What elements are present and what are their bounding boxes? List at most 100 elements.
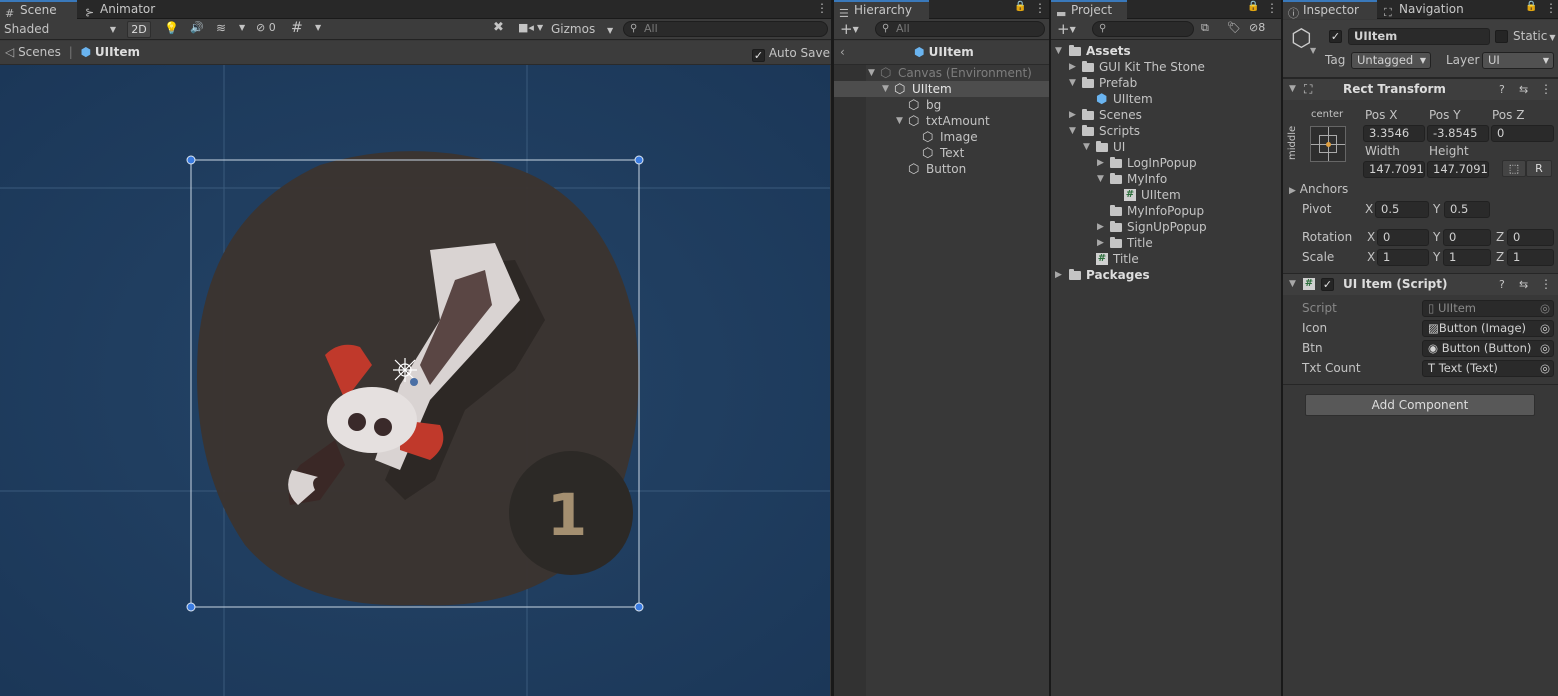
expand-arrow-icon[interactable]: ▶: [1097, 219, 1104, 235]
tree-row-uiitem[interactable]: ▼ ⬡ UIItem: [834, 81, 1049, 97]
expand-arrow-icon[interactable]: ▼: [896, 113, 903, 129]
pos-z-field[interactable]: 0: [1491, 125, 1554, 142]
gizmos-dropdown[interactable]: Gizmos ▼: [551, 21, 613, 38]
tree-row-bg[interactable]: ⬡ bg: [834, 97, 1049, 113]
expand-arrow-icon[interactable]: ▼: [1055, 43, 1062, 59]
tree-row-gui-kit[interactable]: ▶ GUI Kit The Stone: [1051, 59, 1281, 75]
kebab-menu-icon[interactable]: ⋮: [1540, 274, 1552, 295]
effects-icon[interactable]: ≋: [216, 21, 226, 35]
chevron-down-icon[interactable]: ▼: [315, 23, 321, 32]
object-picker-icon[interactable]: ◎: [1540, 361, 1550, 376]
tree-row-scenes[interactable]: ▶ Scenes: [1051, 107, 1281, 123]
camera-icon[interactable]: ■◂: [518, 21, 534, 34]
anchor-preset-button[interactable]: [1310, 126, 1346, 162]
hidden-packages-toggle[interactable]: ⊘8: [1249, 21, 1265, 34]
auto-save-toggle[interactable]: ✓ Auto Save: [752, 46, 830, 62]
preset-icon[interactable]: ⇆: [1519, 274, 1528, 295]
filter-by-type-icon[interactable]: ⧉: [1201, 21, 1209, 35]
preset-icon[interactable]: ⇆: [1519, 79, 1528, 100]
expand-arrow-icon[interactable]: ▼: [1097, 171, 1104, 187]
tree-row-signuppopup[interactable]: ▶ SignUpPopup: [1051, 219, 1281, 235]
rotation-y-field[interactable]: 0: [1443, 229, 1491, 246]
tree-row-image[interactable]: ⬡ Image: [834, 129, 1049, 145]
scale-z-field[interactable]: 1: [1507, 249, 1554, 266]
blueprint-mode-button[interactable]: ⬚: [1502, 160, 1526, 177]
scene-canvas[interactable]: 1: [0, 65, 830, 696]
audio-icon[interactable]: 🔊: [190, 21, 204, 34]
tree-row-packages[interactable]: ▶ Packages: [1051, 267, 1281, 283]
scene-search-input[interactable]: ⚲ All: [623, 21, 828, 37]
tree-row-title-folder[interactable]: ▶ Title: [1051, 235, 1281, 251]
icon-picker-chevron-icon[interactable]: ▼: [1310, 46, 1316, 55]
scene-view[interactable]: 1: [0, 65, 830, 696]
pivot-y-field[interactable]: 0.5: [1444, 201, 1490, 218]
lock-icon[interactable]: 🔒: [1525, 1, 1537, 12]
icon-field[interactable]: ▨Button (Image) ◎: [1422, 320, 1554, 337]
expand-arrow-icon[interactable]: ▶: [1055, 267, 1062, 283]
tab-hierarchy[interactable]: ☰ Hierarchy: [834, 0, 929, 20]
scale-x-field[interactable]: 1: [1377, 249, 1429, 266]
tools-icon[interactable]: ✖: [493, 20, 504, 35]
object-name-field[interactable]: UIItem: [1348, 28, 1490, 45]
kebab-menu-icon[interactable]: ⋮: [1545, 1, 1557, 15]
tag-dropdown[interactable]: Untagged ▼: [1351, 52, 1431, 69]
create-button[interactable]: +▼: [840, 20, 859, 38]
tree-row-uiitem-script[interactable]: # UIItem: [1051, 187, 1281, 203]
shading-mode-dropdown[interactable]: Shaded ▼: [4, 21, 120, 38]
hierarchy-search-input[interactable]: ⚲ All: [875, 21, 1045, 37]
tree-row-text[interactable]: ⬡ Text: [834, 145, 1049, 161]
expand-arrow-icon[interactable]: ▼: [1083, 139, 1090, 155]
lock-icon[interactable]: 🔒: [1247, 1, 1259, 12]
expand-arrow-icon[interactable]: ▼: [1069, 123, 1076, 139]
object-picker-icon[interactable]: ◎: [1540, 341, 1550, 356]
create-button[interactable]: +▼: [1057, 20, 1076, 38]
pos-x-field[interactable]: 3.3546: [1363, 125, 1425, 142]
txt-count-field[interactable]: T Text (Text) ◎: [1422, 360, 1554, 377]
tree-row-txtamount[interactable]: ▼ ⬡ txtAmount: [834, 113, 1049, 129]
active-checkbox[interactable]: ✓: [1329, 30, 1342, 43]
chevron-down-icon[interactable]: ▼: [239, 23, 245, 32]
pos-y-field[interactable]: -3.8545: [1427, 125, 1489, 142]
tree-row-uiitem-prefab[interactable]: ⬢ UIItem: [1051, 91, 1281, 107]
grid-toggle-icon[interactable]: #: [291, 20, 303, 36]
tree-row-scripts[interactable]: ▼ Scripts: [1051, 123, 1281, 139]
filter-by-label-icon[interactable]: 🏷: [1227, 21, 1241, 34]
collapse-arrow-icon[interactable]: ▼: [1289, 79, 1296, 100]
tab-inspector[interactable]: ⓘ Inspector: [1283, 0, 1377, 20]
hidden-objects-toggle[interactable]: ⊘ 0: [256, 21, 276, 34]
lighting-icon[interactable]: 💡: [164, 21, 179, 35]
width-field[interactable]: 147.7091: [1363, 161, 1425, 178]
tree-row-prefab[interactable]: ▼ Prefab: [1051, 75, 1281, 91]
expand-arrow-icon[interactable]: ▶: [1069, 107, 1076, 123]
tree-row-assets[interactable]: ▼ Assets: [1051, 43, 1281, 59]
kebab-menu-icon[interactable]: ⋮: [1266, 1, 1278, 15]
tree-row-myinfopopup[interactable]: MyInfoPopup: [1051, 203, 1281, 219]
script-component-header[interactable]: ▼ # ✓ UI Item (Script) ? ⇆ ⋮: [1283, 273, 1558, 295]
expand-arrow-icon[interactable]: ▼: [868, 65, 875, 81]
back-arrow-icon[interactable]: ◁: [5, 45, 14, 59]
tree-row-loginpopup[interactable]: ▶ LogInPopup: [1051, 155, 1281, 171]
breadcrumb-scenes[interactable]: Scenes: [18, 45, 61, 59]
raw-edit-button[interactable]: R: [1526, 160, 1552, 177]
help-icon[interactable]: ?: [1499, 274, 1505, 295]
scale-y-field[interactable]: 1: [1443, 249, 1491, 266]
tree-row-canvas[interactable]: ▼ ⬡ Canvas (Environment): [834, 65, 1049, 81]
object-picker-icon[interactable]: ◎: [1540, 321, 1550, 336]
rect-transform-header[interactable]: ▼ ⛶ Rect Transform ? ⇆ ⋮: [1283, 78, 1558, 100]
rotation-x-field[interactable]: 0: [1377, 229, 1429, 246]
tree-row-button[interactable]: ⬡ Button: [834, 161, 1049, 177]
expand-arrow-icon[interactable]: ▶: [1097, 235, 1104, 251]
tab-scene[interactable]: # Scene: [0, 0, 77, 20]
collapse-arrow-icon[interactable]: ▼: [1289, 274, 1296, 295]
static-checkbox[interactable]: [1495, 30, 1508, 43]
breadcrumb-prefab[interactable]: UIItem: [95, 45, 140, 59]
rotation-z-field[interactable]: 0: [1507, 229, 1554, 246]
expand-arrow-icon[interactable]: ▶: [1097, 155, 1104, 171]
anchor-handle[interactable]: [410, 378, 418, 386]
lock-icon[interactable]: 🔒: [1014, 1, 1026, 12]
tab-animator[interactable]: ⊱ Animator: [80, 0, 161, 19]
add-component-button[interactable]: Add Component: [1305, 394, 1535, 416]
kebab-menu-icon[interactable]: ⋮: [816, 1, 828, 15]
expand-arrow-icon[interactable]: ▼: [882, 81, 889, 97]
expand-arrow-icon[interactable]: ▶: [1069, 59, 1076, 75]
